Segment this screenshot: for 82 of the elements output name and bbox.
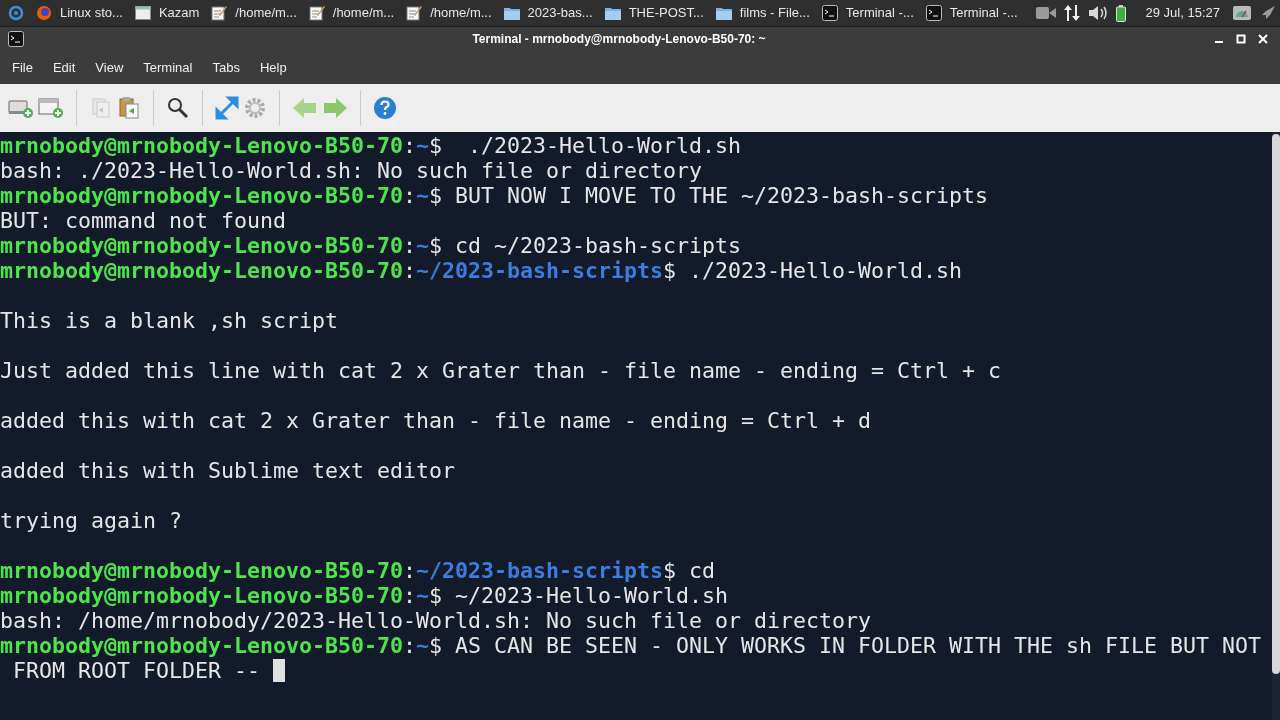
menu-item[interactable]: Terminal — [133, 53, 203, 82]
gauge-icon[interactable] — [1232, 5, 1252, 21]
volume-icon[interactable] — [1087, 5, 1108, 21]
prompt-separator: : — [403, 558, 417, 583]
taskbar-button[interactable]: /home/m... — [406, 3, 492, 23]
taskbar-button[interactable]: Terminal -... — [925, 3, 1018, 23]
prompt-separator: : — [403, 633, 417, 658]
terminal-icon — [925, 5, 942, 21]
taskbar-button[interactable]: Linux sto... — [36, 3, 123, 23]
terminal-text: $ ./2023-Hello-World.sh — [429, 133, 742, 158]
help-icon[interactable] — [373, 96, 397, 120]
taskbar-button[interactable]: films - File... — [715, 3, 810, 23]
terminal-text: added this with cat 2 x Grater than - file name - ending = Ctrl + d — [0, 408, 872, 433]
document-pencil-icon — [406, 5, 423, 21]
menu-item[interactable]: File — [2, 53, 43, 82]
video-camera-icon[interactable] — [1035, 6, 1056, 20]
prompt-separator: : — [403, 183, 417, 208]
prompt-path: ~ — [416, 183, 430, 208]
folder-icon — [503, 6, 520, 20]
prompt-user: mrnobody@mrnobody-Lenovo-B50-70 — [0, 583, 404, 608]
prompt-path: ~/2023-bash-scripts — [416, 258, 664, 283]
battery-icon[interactable] — [1115, 4, 1126, 22]
window-title: Terminal - mrnobody@mrnobody-Lenovo-B50-70: ~ — [472, 31, 766, 48]
prompt-user: mrnobody@mrnobody-Lenovo-B50-70 — [0, 183, 404, 208]
menu-item[interactable]: View — [85, 53, 134, 82]
terminal-text: $ ~/2023-Hello-World.sh — [429, 583, 729, 608]
folder-icon — [604, 6, 621, 20]
prompt-user: mrnobody@mrnobody-Lenovo-B50-70 — [0, 633, 404, 658]
prompt-separator: : — [403, 258, 417, 283]
clock[interactable]: 29 Jul, 15:27 — [1145, 3, 1220, 23]
network-icon[interactable] — [1063, 4, 1080, 22]
terminal-text: FROM ROOT FOLDER -- — [12, 658, 261, 683]
terminal-text: $ AS CAN BE SEEN - ONLY WORKS IN FOLDER WITH THE sh FILE BUT NOT — [429, 633, 1262, 658]
taskbar-button[interactable]: /home/m... — [211, 3, 297, 23]
prompt-separator: : — [403, 133, 417, 158]
terminal-text: bash: ./2023-Hello-World.sh: No such file or directory — [0, 158, 703, 183]
prompt-path: ~ — [416, 583, 430, 608]
prompt-path: ~/2023-bash-scripts — [416, 558, 664, 583]
menu-item[interactable]: Help — [249, 53, 297, 82]
prompt-user: mrnobody@mrnobody-Lenovo-B50-70 — [0, 133, 404, 158]
scrollbar[interactable] — [1272, 132, 1280, 720]
terminal-text: $ ./2023-Hello-World.sh — [663, 258, 963, 283]
search-icon[interactable] — [166, 96, 190, 120]
new-tab-icon[interactable] — [8, 97, 34, 119]
taskbar-button[interactable]: THE-POST... — [604, 3, 704, 23]
terminal-text: $ cd — [663, 558, 716, 583]
prompt-user: mrnobody@mrnobody-Lenovo-B50-70 — [0, 258, 404, 283]
app-menu-icon[interactable] — [8, 5, 24, 21]
taskbar-button[interactable]: 2023-bas... — [503, 3, 593, 23]
terminal-text: Just added this line with cat 2 x Grater than - file name - ending = Ctrl + c — [0, 358, 1002, 383]
menu-item[interactable]: Edit — [42, 53, 86, 82]
terminal-text: $ cd ~/2023-bash-scripts — [429, 233, 742, 258]
prompt-separator: : — [403, 233, 417, 258]
text-cursor — [273, 659, 285, 682]
terminal-text: added this with Sublime text editor — [0, 458, 456, 483]
terminal-text: trying again ? — [0, 508, 182, 533]
menu-item[interactable]: Tabs — [202, 53, 250, 82]
new-window-icon[interactable] — [38, 97, 64, 119]
prompt-separator: : — [403, 583, 417, 608]
paste-icon[interactable] — [117, 96, 141, 120]
maximize-icon[interactable] — [1236, 34, 1246, 44]
window-icon — [134, 6, 151, 20]
close-icon[interactable] — [1258, 34, 1268, 44]
terminal-text: bash: /home/mrnobody/2023-Hello-World.sh: No such file or directory — [0, 608, 872, 633]
taskbar-button[interactable]: Kazam — [134, 3, 200, 23]
terminal-text: $ BUT NOW I MOVE TO THE ~/2023-bash-scripts — [429, 183, 989, 208]
prompt-user: mrnobody@mrnobody-Lenovo-B50-70 — [0, 233, 404, 258]
prompt-path: ~ — [416, 233, 430, 258]
taskbar-button[interactable]: /home/m... — [308, 3, 395, 23]
document-pencil-icon — [211, 5, 228, 21]
taskbar-button[interactable]: Terminal -... — [821, 3, 914, 23]
terminal-icon — [821, 5, 838, 21]
terminal-text: BUT: command not found — [0, 208, 286, 233]
prompt-path: ~ — [416, 133, 430, 158]
terminal-icon — [8, 31, 24, 47]
folder-icon — [715, 6, 732, 20]
fullscreen-icon[interactable] — [215, 96, 239, 120]
prompt-path: ~ — [416, 633, 430, 658]
terminal-text: This is a blank ,sh script — [0, 308, 338, 333]
document-pencil-icon — [308, 5, 325, 21]
browser-icon — [36, 5, 52, 21]
prompt-user: mrnobody@mrnobody-Lenovo-B50-70 — [0, 558, 404, 583]
